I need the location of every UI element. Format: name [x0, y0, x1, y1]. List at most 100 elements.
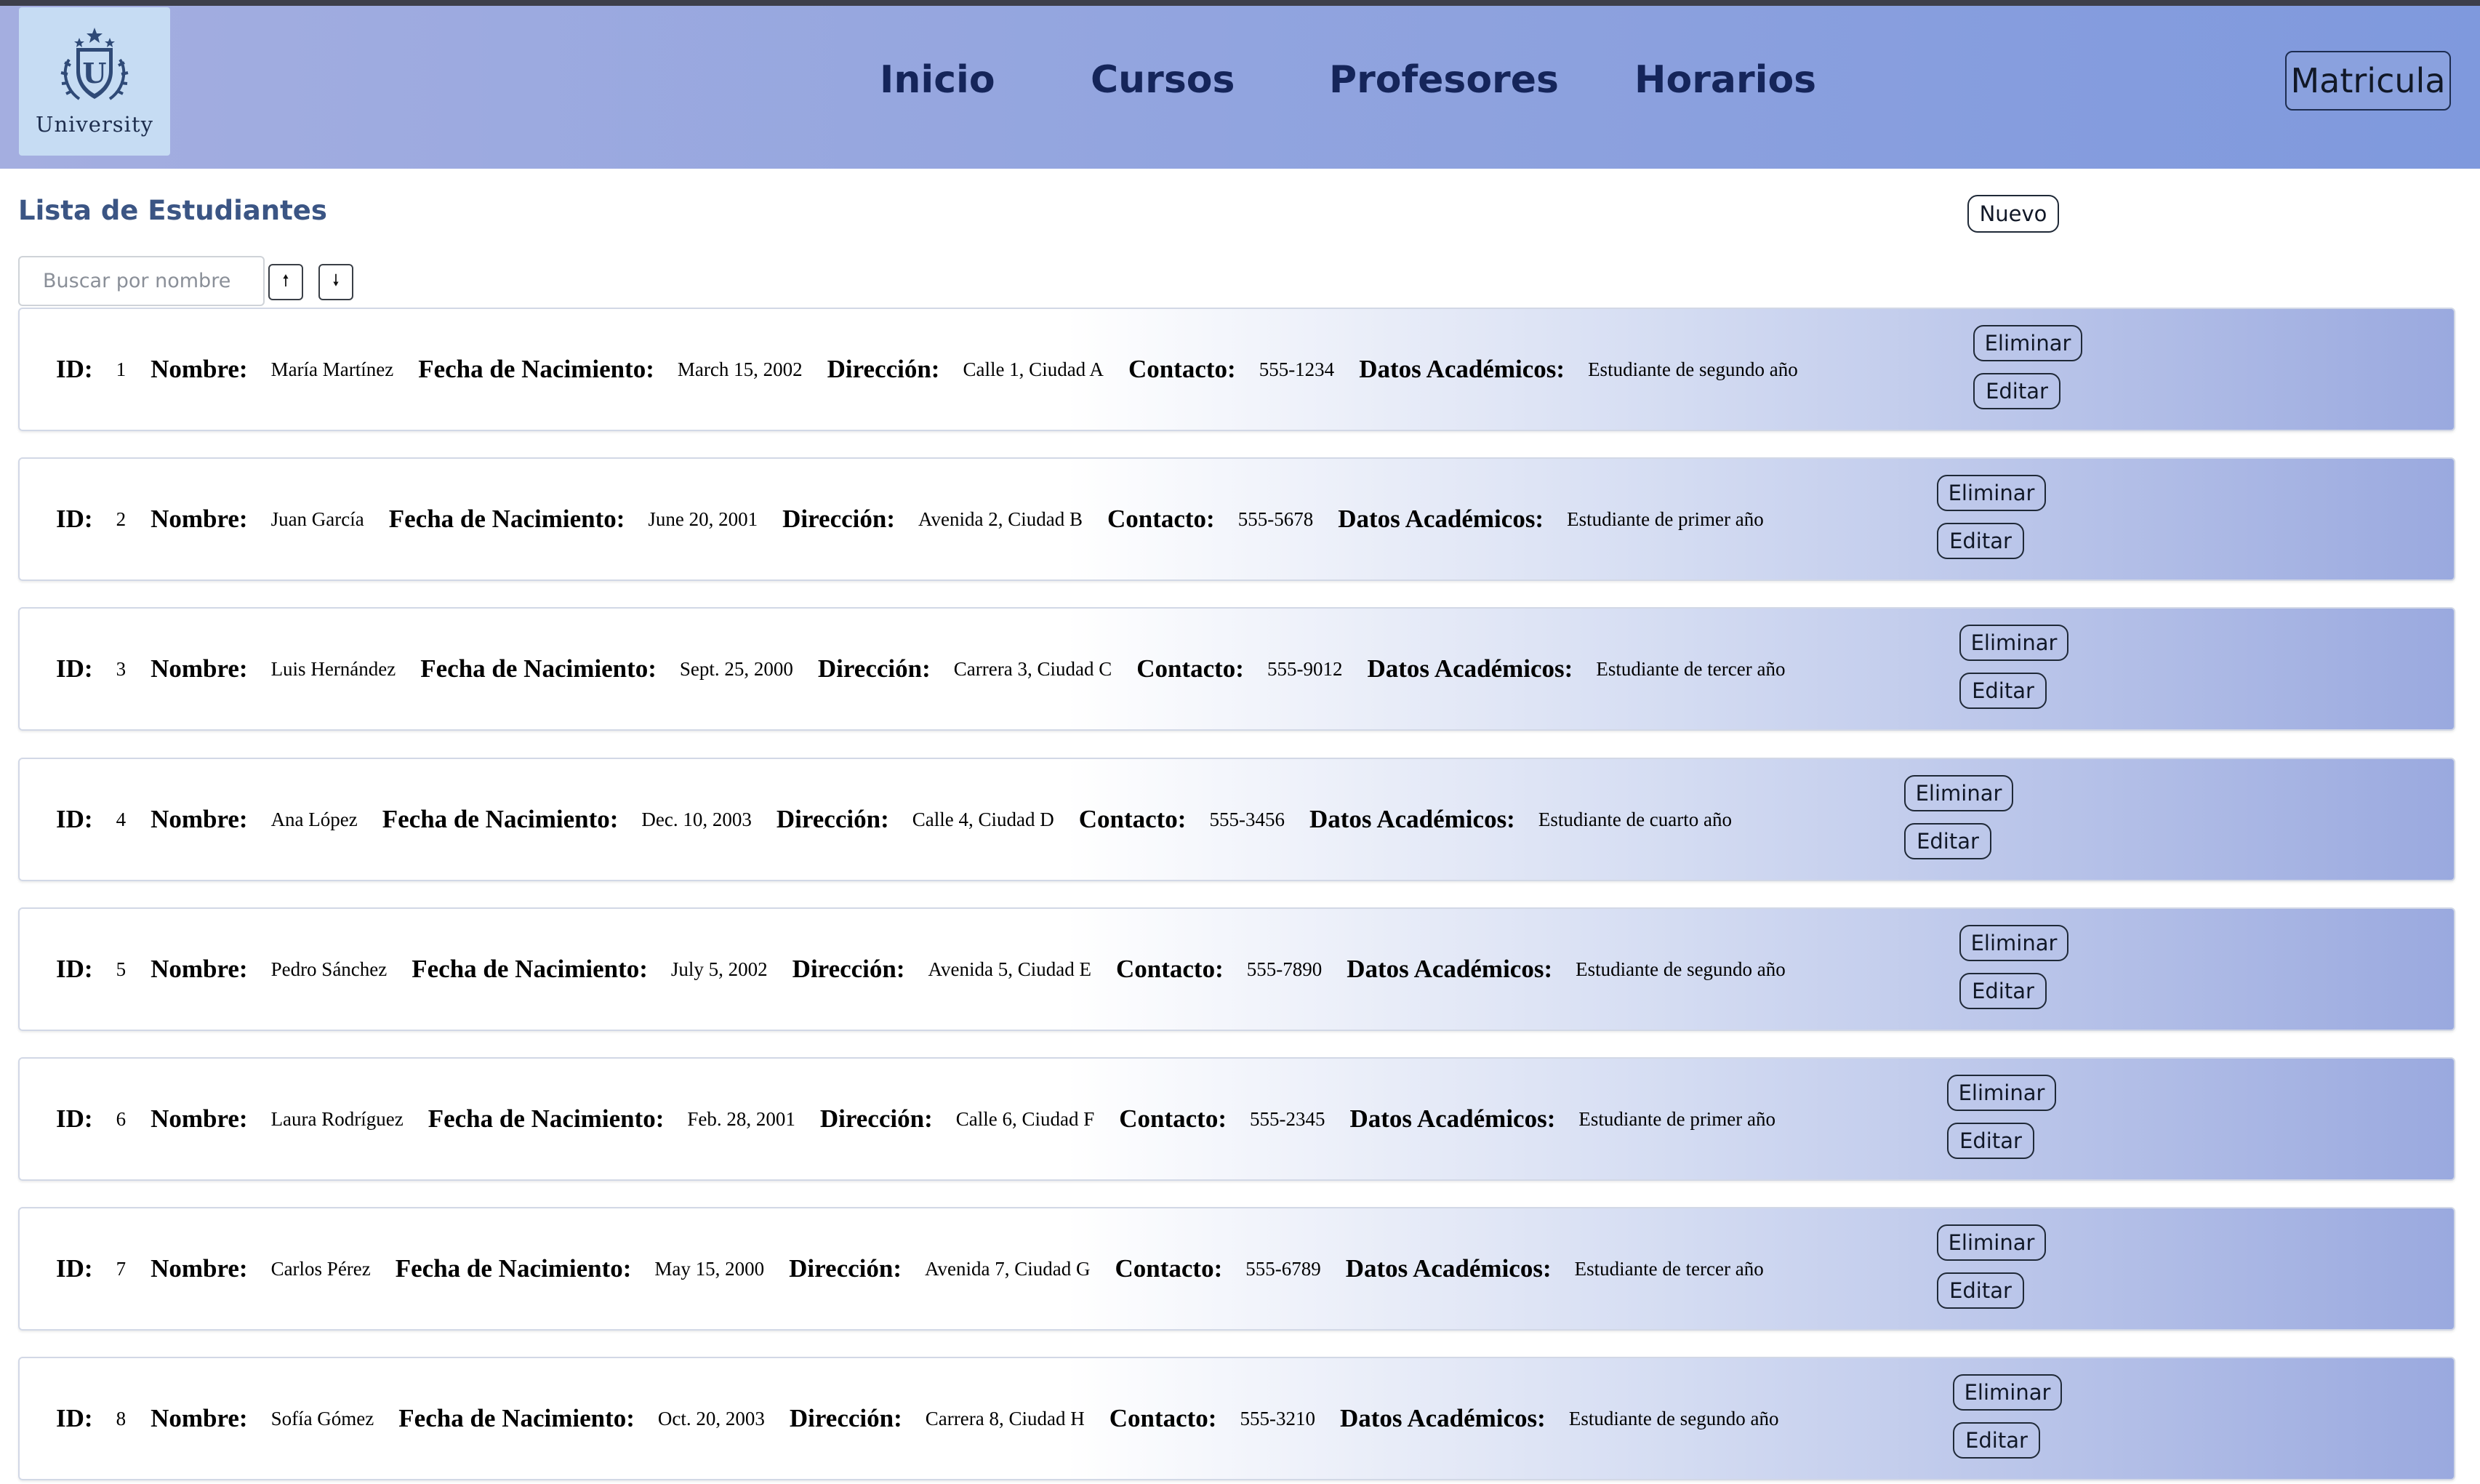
student-fields: ID: 6 Nombre: Laura Rodríguez Fecha de Nacim…: [56, 1059, 1800, 1179]
student-contact-label: Contacto:: [1107, 505, 1215, 533]
student-card: ID: 7 Nombre: Carlos Pérez Fecha de Nacimien…: [18, 1207, 2455, 1331]
student-name-label: Nombre:: [151, 355, 248, 383]
matricula-button[interactable]: Matricula: [2285, 51, 2451, 111]
student-academic-label: Datos Académicos:: [1367, 654, 1573, 683]
university-shield-icon: U: [60, 28, 129, 100]
student-academic-label: Datos Académicos:: [1338, 505, 1544, 533]
student-fields: ID: 8 Nombre: Sofía Gómez Fecha de Nacimient…: [56, 1358, 1804, 1479]
student-academic-value: Estudiante de tercer año: [1596, 657, 1786, 680]
student-academic-label: Datos Académicos:: [1349, 1104, 1556, 1133]
student-id-label: ID:: [56, 654, 93, 683]
student-contact-value: 555-7890: [1246, 958, 1323, 980]
student-name-label: Nombre:: [151, 1104, 248, 1133]
student-name-label: Nombre:: [151, 505, 248, 533]
student-contact-label: Contacto:: [1115, 955, 1224, 983]
student-id-label: ID:: [56, 955, 93, 983]
student-contact-label: Contacto:: [1119, 1104, 1227, 1133]
student-academic-value: Estudiante de cuarto año: [1538, 808, 1732, 830]
sort-asc-button[interactable]: 🠕: [268, 264, 303, 300]
student-birthdate-label: Fecha de Nacimiento:: [382, 805, 619, 833]
delete-student-button[interactable]: Eliminar: [1953, 1374, 2062, 1411]
edit-student-button[interactable]: Editar: [1953, 1422, 2040, 1459]
student-birthdate-label: Fecha de Nacimiento:: [398, 1404, 635, 1432]
student-contact-value: 555-9012: [1267, 657, 1343, 680]
window-top-edge: [0, 0, 2480, 6]
delete-student-button[interactable]: Eliminar: [1947, 1075, 2056, 1111]
student-academic-label: Datos Académicos:: [1347, 955, 1553, 983]
edit-student-button[interactable]: Editar: [1937, 523, 2024, 559]
student-contact-label: Contacto:: [1136, 654, 1244, 683]
student-name-value: Juan García: [270, 508, 364, 530]
delete-student-button[interactable]: Eliminar: [1937, 1224, 2046, 1261]
nav-inicio[interactable]: Inicio: [880, 58, 995, 102]
student-name-label: Nombre:: [151, 955, 248, 983]
edit-student-button[interactable]: Editar: [1959, 673, 2047, 709]
student-birthdate-label: Fecha de Nacimiento:: [395, 1254, 632, 1283]
student-name-value: Sofía Gómez: [270, 1407, 374, 1429]
student-academic-value: Estudiante de segundo año: [1588, 358, 1798, 380]
student-fields: ID: 7 Nombre: Carlos Pérez Fecha de Nacimien…: [56, 1208, 1789, 1329]
student-name-label: Nombre:: [151, 1254, 248, 1283]
student-name-value: María Martínez: [270, 358, 394, 380]
student-birthdate-label: Fecha de Nacimiento:: [428, 1104, 665, 1133]
student-card: ID: 8 Nombre: Sofía Gómez Fecha de Nacimient…: [18, 1357, 2455, 1480]
student-address-label: Dirección:: [776, 805, 889, 833]
student-address-label: Dirección:: [819, 1104, 933, 1133]
edit-student-button[interactable]: Editar: [1937, 1272, 2024, 1309]
student-address-label: Dirección:: [827, 355, 940, 383]
student-id-label: ID:: [56, 1104, 93, 1133]
nav-profesores[interactable]: Profesores: [1329, 58, 1559, 102]
student-birthdate-value: Dec. 10, 2003: [641, 808, 752, 830]
delete-student-button[interactable]: Eliminar: [1973, 325, 2082, 361]
student-contact-value: 555-3456: [1209, 808, 1285, 830]
search-input[interactable]: [18, 256, 265, 306]
student-id-value: 5: [116, 958, 127, 980]
student-academic-value: Estudiante de primer año: [1567, 508, 1764, 530]
delete-student-button[interactable]: Eliminar: [1959, 625, 2068, 661]
page-title: Lista de Estudiantes: [18, 195, 327, 226]
delete-student-button[interactable]: Eliminar: [1937, 475, 2046, 511]
student-birthdate-value: Feb. 28, 2001: [687, 1107, 795, 1130]
student-card: ID: 5 Nombre: Pedro Sánchez Fecha de Nacimie…: [18, 907, 2455, 1031]
student-contact-value: 555-2345: [1249, 1107, 1325, 1130]
student-address-value: Avenida 5, Ciudad E: [928, 958, 1091, 980]
student-birthdate-value: May 15, 2000: [654, 1257, 765, 1280]
student-birthdate-label: Fecha de Nacimiento:: [420, 654, 657, 683]
delete-student-button[interactable]: Eliminar: [1904, 775, 2013, 811]
university-logo[interactable]: U University: [19, 7, 170, 156]
student-fields: ID: 2 Nombre: Juan García Fecha de Nacimient…: [56, 459, 1789, 579]
new-student-button[interactable]: Nuevo: [1967, 195, 2059, 233]
student-birthdate-value: March 15, 2002: [677, 358, 803, 380]
student-academic-label: Datos Académicos:: [1309, 805, 1515, 833]
edit-student-button[interactable]: Editar: [1973, 373, 2060, 409]
nav-horarios[interactable]: Horarios: [1634, 58, 1816, 102]
student-academic-value: Estudiante de tercer año: [1574, 1257, 1764, 1280]
student-id-label: ID:: [56, 805, 93, 833]
student-id-label: ID:: [56, 1404, 93, 1432]
edit-student-button[interactable]: Editar: [1904, 823, 1991, 859]
student-contact-label: Contacto:: [1128, 355, 1236, 383]
student-card: ID: 3 Nombre: Luis Hernández Fecha de Nacimi…: [18, 607, 2455, 731]
edit-student-button[interactable]: Editar: [1959, 973, 2047, 1009]
student-contact-label: Contacto:: [1109, 1404, 1217, 1432]
student-contact-value: 555-6789: [1245, 1257, 1321, 1280]
student-address-value: Calle 1, Ciudad A: [963, 358, 1104, 380]
edit-student-button[interactable]: Editar: [1947, 1123, 2034, 1159]
student-academic-label: Datos Académicos:: [1339, 1404, 1546, 1432]
student-card: ID: 1 Nombre: María Martínez Fecha de Nacimi…: [18, 308, 2455, 431]
student-card: ID: 4 Nombre: Ana López Fecha de Nacimiento:…: [18, 758, 2455, 881]
student-address-value: Carrera 8, Ciudad H: [925, 1407, 1085, 1429]
student-name-value: Luis Hernández: [270, 657, 396, 680]
student-card: ID: 6 Nombre: Laura Rodríguez Fecha de Nacim…: [18, 1057, 2455, 1181]
student-address-value: Avenida 7, Ciudad G: [925, 1257, 1091, 1280]
student-address-value: Calle 6, Ciudad F: [955, 1107, 1095, 1130]
student-id-label: ID:: [56, 1254, 93, 1283]
student-contact-value: 555-3210: [1240, 1407, 1315, 1429]
student-fields: ID: 4 Nombre: Ana López Fecha de Nacimiento:…: [56, 759, 1757, 880]
student-fields: ID: 1 Nombre: María Martínez Fecha de Nacimi…: [56, 309, 1823, 430]
delete-student-button[interactable]: Eliminar: [1959, 925, 2068, 961]
sort-desc-button[interactable]: 🠗: [318, 264, 353, 300]
nav-cursos[interactable]: Cursos: [1091, 58, 1235, 102]
student-address-label: Dirección:: [789, 1404, 902, 1432]
student-address-value: Carrera 3, Ciudad C: [953, 657, 1112, 680]
